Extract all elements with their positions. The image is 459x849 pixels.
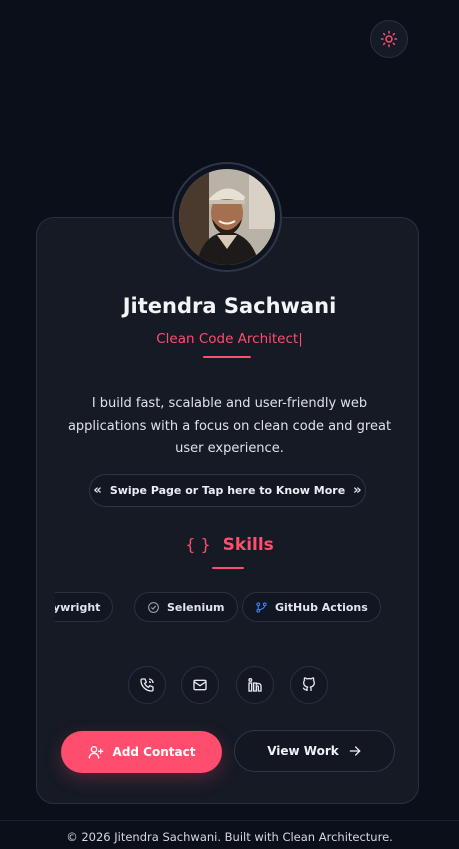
github-button[interactable] bbox=[290, 666, 328, 704]
avatar bbox=[172, 162, 282, 272]
sun-icon bbox=[380, 30, 398, 48]
github-icon bbox=[302, 677, 315, 691]
linkedin-button[interactable] bbox=[236, 666, 274, 704]
braces-icon: { } bbox=[185, 535, 211, 554]
skills-title-text: Skills bbox=[222, 535, 274, 555]
skill-chip-github-actions: GitHub Actions bbox=[242, 592, 381, 622]
view-work-label: View Work bbox=[267, 744, 339, 758]
footer-divider bbox=[0, 820, 459, 821]
profile-name: Jitendra Sachwani bbox=[122, 294, 337, 318]
add-contact-button[interactable]: Add Contact bbox=[61, 731, 222, 773]
skill-label: Playwright bbox=[55, 600, 101, 614]
skill-chip-selenium: Selenium bbox=[134, 592, 238, 622]
footer-copyright: © 2026 Jitendra Sachwani. Built with Cle… bbox=[66, 830, 393, 844]
profile-role: Clean Code Architect| bbox=[0, 331, 459, 347]
role-underline bbox=[203, 356, 251, 358]
theme-toggle-button[interactable] bbox=[370, 20, 408, 58]
profile-bio: I build fast, scalable and user-friendly… bbox=[67, 396, 392, 456]
arrow-right-icon bbox=[349, 746, 361, 756]
skill-label: GitHub Actions bbox=[275, 600, 368, 614]
avatar-photo bbox=[179, 169, 275, 265]
email-button[interactable] bbox=[181, 666, 219, 704]
swipe-know-more-button[interactable]: « Swipe Page or Tap here to Know More » bbox=[89, 474, 366, 507]
skills-heading: { } Skills bbox=[0, 535, 459, 555]
skill-label: Selenium bbox=[167, 600, 225, 614]
user-plus-icon bbox=[88, 746, 103, 759]
check-circle-icon bbox=[148, 601, 159, 613]
typing-cursor: | bbox=[298, 331, 303, 347]
skills-carousel[interactable]: Playwright Selenium GitHub Actions bbox=[55, 592, 405, 624]
double-chevron-left-icon: « bbox=[93, 483, 102, 498]
skills-underline bbox=[212, 567, 244, 569]
double-chevron-right-icon: » bbox=[353, 483, 362, 498]
add-contact-label: Add Contact bbox=[112, 745, 196, 759]
swipe-label: Swipe Page or Tap here to Know More bbox=[109, 484, 346, 497]
skill-chip-playwright: Playwright bbox=[55, 592, 114, 622]
view-work-button[interactable]: View Work bbox=[234, 730, 395, 772]
linkedin-icon bbox=[248, 678, 262, 692]
mail-icon bbox=[193, 679, 207, 691]
phone-button[interactable] bbox=[128, 666, 166, 704]
phone-icon bbox=[140, 678, 154, 692]
git-branch-icon bbox=[256, 601, 267, 613]
role-text: Clean Code Architect bbox=[156, 331, 299, 347]
